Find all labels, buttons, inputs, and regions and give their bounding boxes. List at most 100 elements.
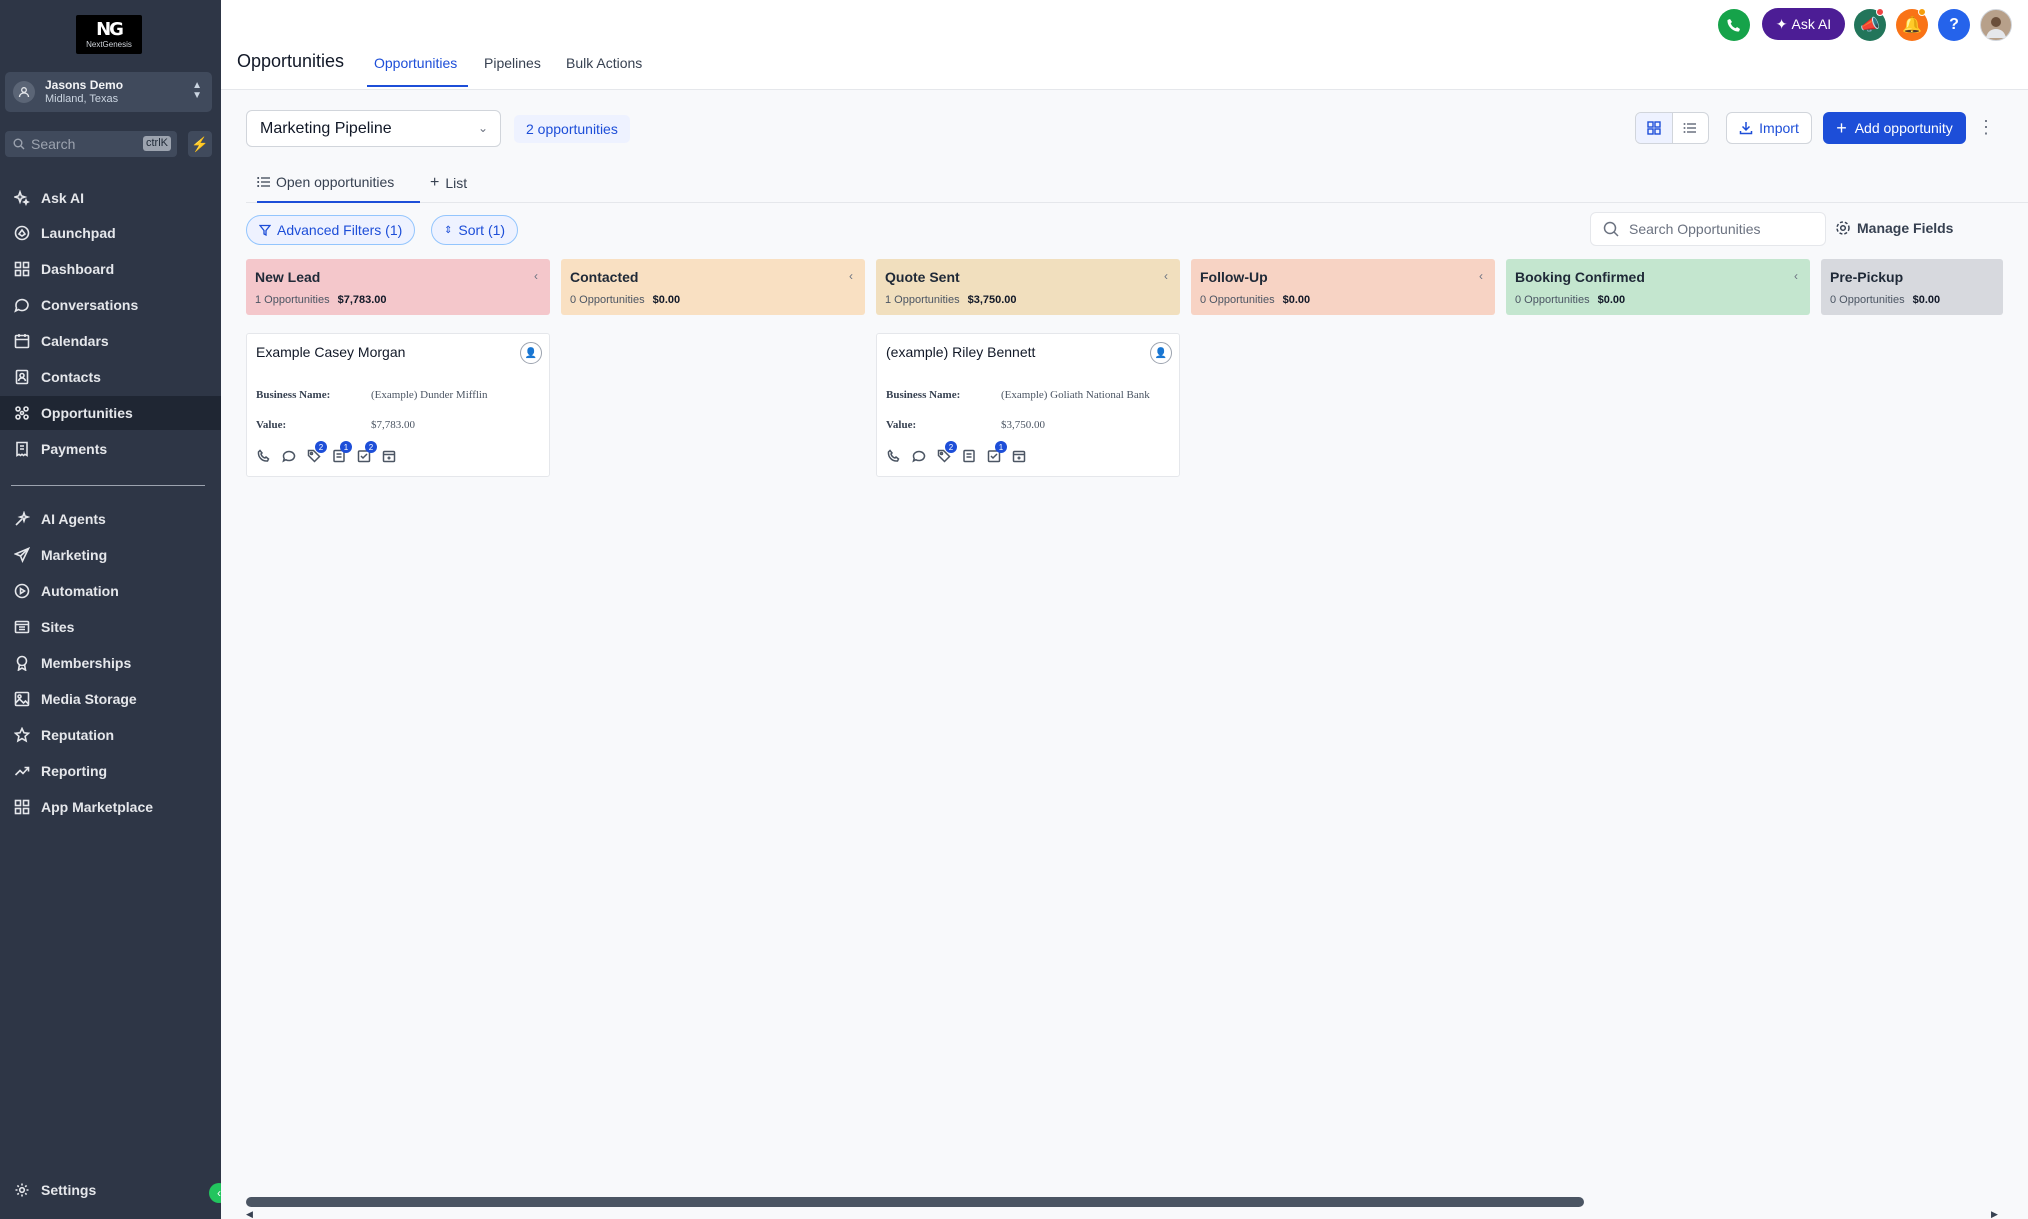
stage-count: 0 Opportunities [570,294,645,306]
opportunity-card[interactable]: Example Casey Morgan 👤 Business Name: (Ex… [246,333,550,477]
sidebar-item-media-storage[interactable]: Media Storage [0,682,221,716]
manage-fields-button[interactable]: Manage Fields [1835,220,1953,236]
task-icon[interactable]: 1 [986,441,1007,464]
horizontal-scrollbar[interactable] [246,1197,1584,1207]
collapse-column-icon[interactable]: ‹ [534,269,538,283]
notification-dot [1918,8,1926,16]
sort-label: Sort (1) [458,222,506,238]
stage-column-header[interactable]: Booking Confirmed 0 Opportunities $0.00 ‹ [1506,259,1810,315]
announcements-button[interactable]: 📣 [1854,8,1886,41]
sidebar-item-settings[interactable]: Settings [0,1173,221,1207]
plus-icon: + [1836,118,1847,138]
opportunity-title: Example Casey Morgan [256,344,406,360]
stage-column-header[interactable]: Quote Sent 1 Opportunities $3,750.00 ‹ [876,259,1180,315]
stage-column-header[interactable]: Pre-Pickup 0 Opportunities $0.00 [1821,259,2003,315]
opportunity-card[interactable]: (example) Riley Bennett 👤 Business Name:… [876,333,1180,477]
scroll-right-icon[interactable]: ▶ [1991,1209,1998,1219]
assign-user-icon[interactable]: 👤 [1150,342,1172,364]
notifications-button[interactable]: 🔔 [1896,8,1928,41]
sidebar-item-payments[interactable]: Payments [0,432,221,466]
notification-dot [1876,8,1884,16]
sidebar-item-launchpad[interactable]: Launchpad [0,216,221,250]
note-icon[interactable]: 1 [331,441,352,464]
import-button[interactable]: Import [1726,112,1812,144]
stage-count: 1 Opportunities [255,294,330,306]
tag-icon[interactable]: 2 [936,441,957,464]
sidebar-search[interactable]: Search ctrlK [5,131,177,157]
bolt-icon: ⚡ [191,135,209,152]
sidebar-item-label: Payments [41,441,108,457]
sidebar-item-sites[interactable]: Sites [0,610,221,644]
stage-column-header[interactable]: Contacted 0 Opportunities $0.00 ‹ [561,259,865,315]
add-opportunity-button[interactable]: + Add opportunity [1823,112,1966,144]
download-icon [1739,122,1753,135]
stage-count: 1 Opportunities [885,294,960,306]
note-icon[interactable] [961,448,977,464]
brand-logo[interactable]: NG NextGenesis [76,15,142,54]
plus-icon: + [430,174,440,191]
sidebar-item-conversations[interactable]: Conversations [0,288,221,322]
more-options-icon[interactable]: ⋮ [1977,116,1995,138]
sidebar-item-dashboard[interactable]: Dashboard [0,252,221,286]
phone-button[interactable] [1718,9,1750,41]
sidebar-item-marketing[interactable]: Marketing [0,538,221,572]
sidebar-item-opportunities[interactable]: Opportunities [0,396,221,430]
stage-column-header[interactable]: New Lead 1 Opportunities $7,783.00 ‹ [246,259,550,315]
message-icon[interactable] [281,448,297,464]
tab-opportunities[interactable]: Opportunities [374,55,457,71]
collapse-column-icon[interactable]: ‹ [1794,269,1798,283]
assign-user-icon[interactable]: 👤 [520,342,542,364]
collapse-column-icon[interactable]: ‹ [1479,269,1483,283]
avatar[interactable] [1980,9,2012,41]
sidebar-item-ai-agents[interactable]: AI Agents [0,502,221,536]
chat-icon [12,295,32,315]
stage-amount: $0.00 [1282,294,1311,306]
sidebar-item-label: Opportunities [41,405,133,421]
dashboard-icon [12,259,32,279]
help-button[interactable]: ? [1938,9,1970,41]
phone-icon[interactable] [886,448,902,464]
automation-icon [12,581,32,601]
sidebar-item-automation[interactable]: Automation [0,574,221,608]
sidebar-item-reporting[interactable]: Reporting [0,754,221,788]
calendar-icon[interactable] [381,448,397,464]
sparkle-icon: ✦ [1775,15,1788,32]
tag-icon[interactable]: 2 [306,441,327,464]
calendar-icon[interactable] [1011,448,1027,464]
subtab-open-opportunities[interactable]: Open opportunities [257,174,394,190]
quick-action-button[interactable]: ⚡ [188,131,212,157]
sidebar-item-app-marketplace[interactable]: App Marketplace [0,790,221,824]
sidebar-item-label: Automation [41,583,119,599]
sidebar-item-contacts[interactable]: Contacts [0,360,221,394]
tab-pipelines[interactable]: Pipelines [484,55,541,71]
opportunities-icon [12,403,32,423]
sidebar-item-label: AI Agents [41,511,106,527]
sidebar-item-reputation[interactable]: Reputation [0,718,221,752]
task-icon[interactable]: 2 [356,441,377,464]
sort-button[interactable]: ⇕ Sort (1) [431,215,519,245]
logo-text: NextGenesis [86,39,132,49]
stage-column-header[interactable]: Follow-Up 0 Opportunities $0.00 ‹ [1191,259,1495,315]
board-view-button[interactable] [1636,113,1673,143]
sidebar: NG NextGenesis Jasons Demo Midland, Texa… [0,0,229,1219]
phone-icon[interactable] [256,448,272,464]
stage-amount: $0.00 [1597,294,1626,306]
sidebar-item-ask-ai[interactable]: Ask AI [0,181,221,215]
filter-icon [259,224,271,236]
message-icon[interactable] [911,448,927,464]
sidebar-item-memberships[interactable]: Memberships [0,646,221,680]
tag-count-badge: 2 [315,441,327,453]
collapse-column-icon[interactable]: ‹ [1164,269,1168,283]
tab-bulk-actions[interactable]: Bulk Actions [566,55,642,71]
sidebar-item-calendars[interactable]: Calendars [0,324,221,358]
list-view-button[interactable] [1673,113,1709,143]
advanced-filters-button[interactable]: Advanced Filters (1) [246,215,416,245]
scroll-left-icon[interactable]: ◀ [246,1209,253,1219]
pipeline-select[interactable]: Marketing Pipeline ⌄ [246,110,501,147]
ask-ai-button[interactable]: ✦ Ask AI [1762,8,1845,40]
account-switcher[interactable]: Jasons Demo Midland, Texas ▲ ▼ [5,72,212,112]
subtab-add-list[interactable]: + List [430,174,467,192]
calendar-icon [12,331,32,351]
search-opportunities-input[interactable]: Search Opportunities [1590,212,1826,246]
collapse-column-icon[interactable]: ‹ [849,269,853,283]
